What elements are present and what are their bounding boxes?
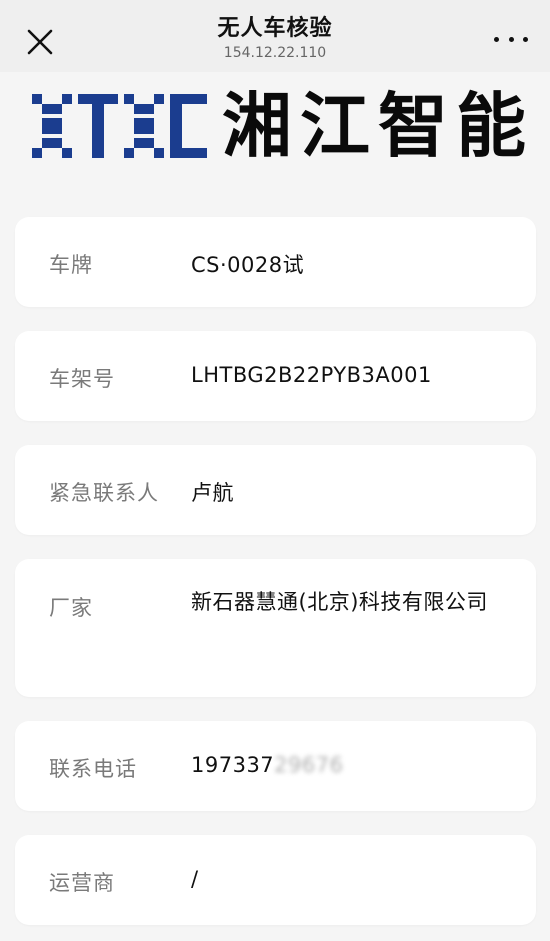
vin-value: LHTBG2B22PYB3A001	[191, 363, 432, 387]
manufacturer-card: 厂家 新石器慧通(北京)科技有限公司	[15, 559, 536, 697]
manufacturer-value: 新石器慧通(北京)科技有限公司	[191, 590, 488, 614]
vin-card: 车架号 LHTBG2B22PYB3A001	[15, 331, 536, 421]
plate-card: 车牌 CS·0028试	[15, 217, 536, 307]
more-options-button[interactable]	[494, 32, 528, 46]
operator-card: 运营商 /	[15, 835, 536, 925]
vin-label: 车架号	[49, 367, 115, 391]
plate-value: CS·0028试	[191, 253, 305, 277]
plate-label: 车牌	[49, 253, 93, 277]
phone-card: 联系电话 19733729676	[15, 721, 536, 811]
operator-label: 运营商	[49, 871, 115, 895]
emergency-contact-value: 卢航	[191, 481, 234, 505]
xtxc-logo-mark	[32, 94, 207, 158]
more-dot-icon	[508, 36, 514, 42]
more-dot-icon	[494, 36, 499, 42]
emergency-contact-label: 紧急联系人	[49, 481, 159, 505]
phone-obscured-digits: 29676	[274, 753, 344, 777]
phone-value[interactable]: 19733729676	[191, 753, 343, 777]
phone-label: 联系电话	[49, 757, 137, 781]
brand-logo-banner: 湘江智能	[0, 72, 550, 202]
emergency-contact-card: 紧急联系人 卢航	[15, 445, 536, 535]
more-dot-icon	[523, 36, 528, 42]
brand-name: 湘江智能	[222, 85, 534, 167]
page-title: 无人车核验	[217, 16, 333, 41]
top-navigation-bar: 无人车核验 154.12.22.110	[0, 0, 550, 72]
page-address: 154.12.22.110	[223, 45, 327, 61]
manufacturer-label: 厂家	[49, 596, 93, 620]
operator-value: /	[191, 867, 199, 891]
title-block: 无人车核验 154.12.22.110	[0, 14, 550, 62]
phone-visible-digits: 197337	[191, 753, 275, 777]
